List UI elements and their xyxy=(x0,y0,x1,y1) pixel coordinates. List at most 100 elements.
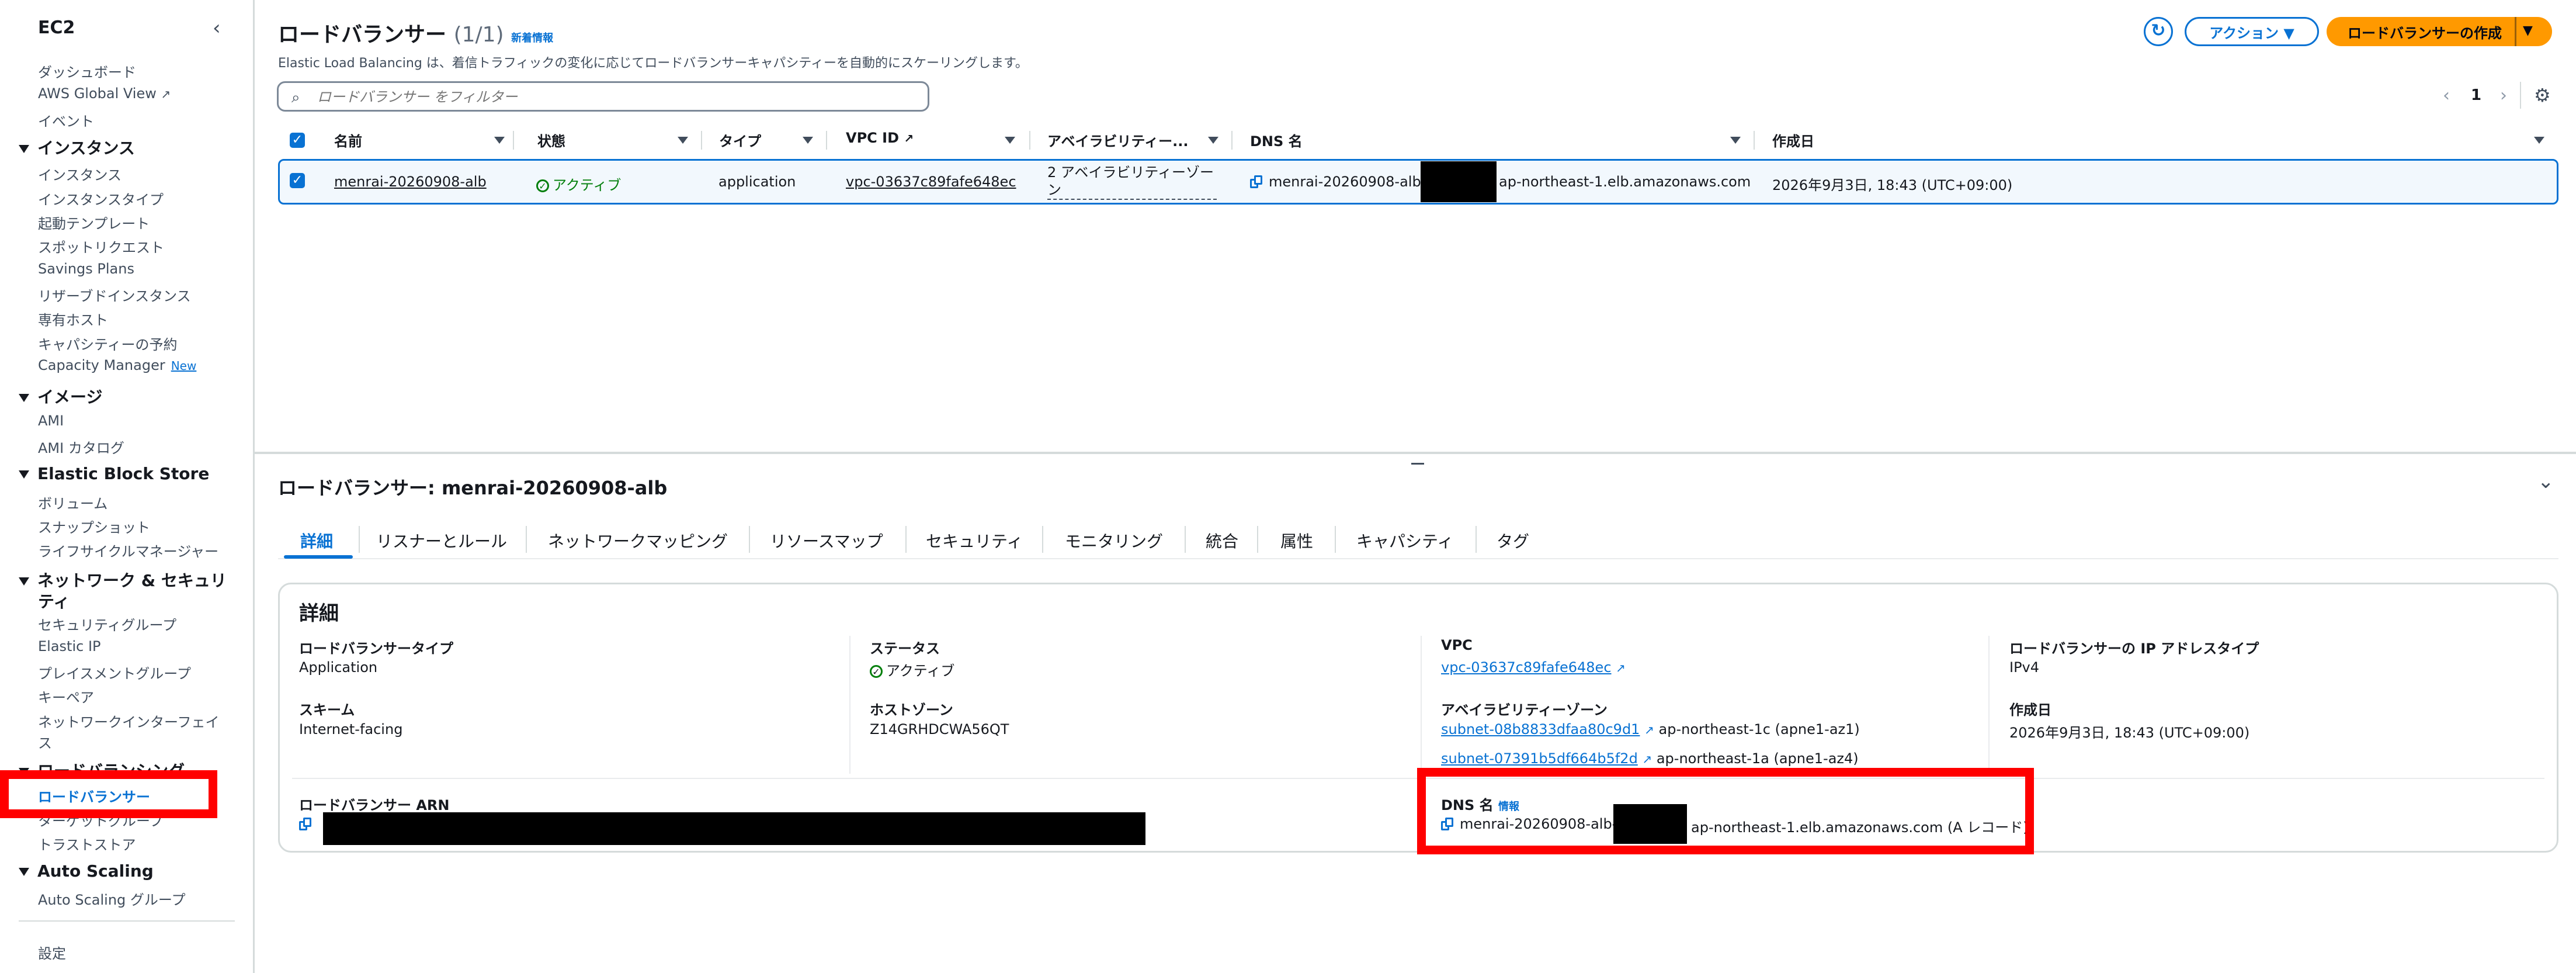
copy-icon[interactable] xyxy=(1250,175,1263,189)
column-header-created[interactable]: 作成日 xyxy=(1772,130,1814,150)
sidebar-item-lifecycle-manager[interactable]: ライフサイクルマネージャー xyxy=(38,540,218,560)
column-header-vpc-id[interactable]: VPC ID ↗ xyxy=(846,130,914,146)
column-divider[interactable] xyxy=(826,131,827,150)
column-divider[interactable] xyxy=(1231,131,1233,150)
sidebar-nav: EC2 ‹ ダッシュボード AWS Global View ↗ イベント インス… xyxy=(0,0,255,973)
caret-down-icon[interactable]: ▼ xyxy=(2523,23,2533,38)
sidebar-item-key-pairs[interactable]: キーペア xyxy=(38,686,94,707)
copy-icon[interactable] xyxy=(299,818,312,832)
chevron-down-icon[interactable]: ⌄ xyxy=(2537,470,2554,493)
sidebar-item-events[interactable]: イベント xyxy=(38,110,94,130)
sidebar-item-security-groups[interactable]: セキュリティグループ xyxy=(38,614,176,634)
tab-network-mapping[interactable]: ネットワークマッピング xyxy=(548,529,728,552)
sidebar-item-label: AWS Global View xyxy=(38,85,157,102)
refresh-icon[interactable]: ↻ xyxy=(2144,17,2173,46)
status-cell: ✓ アクティブ xyxy=(536,174,621,194)
search-icon: ⌕ xyxy=(291,89,300,106)
row-checkbox[interactable]: ✓ xyxy=(290,173,305,188)
sidebar-item-instance-types[interactable]: インスタンスタイプ xyxy=(38,188,164,209)
drag-handle-icon[interactable] xyxy=(1411,463,1424,467)
status-label: ステータス xyxy=(870,640,940,657)
column-header-type[interactable]: タイプ xyxy=(719,130,761,150)
sidebar-section-instances[interactable]: インスタンス xyxy=(19,136,135,159)
page-number[interactable]: 1 xyxy=(2471,86,2481,104)
split-panel-divider[interactable] xyxy=(253,452,2576,454)
sort-caret-icon[interactable] xyxy=(1208,137,1218,144)
filter-input[interactable] xyxy=(316,88,902,106)
sidebar-item-trust-stores[interactable]: トラストストア xyxy=(38,833,136,854)
vpc-link[interactable]: vpc-03637c89fafe648ec xyxy=(1441,659,1612,676)
sidebar-item-snapshots[interactable]: スナップショット xyxy=(38,516,150,536)
column-header-dns-name[interactable]: DNS 名 xyxy=(1250,130,1303,150)
vpc-id-link[interactable]: vpc-03637c89fafe648ec xyxy=(846,174,1016,190)
sidebar-section-auto-scaling[interactable]: Auto Scaling xyxy=(19,861,154,881)
lb-name-link[interactable]: menrai-20260908-alb xyxy=(334,174,487,190)
tab-security[interactable]: セキュリティ xyxy=(926,529,1023,552)
sort-caret-icon[interactable] xyxy=(494,137,505,144)
tab-tags[interactable]: タグ xyxy=(1497,529,1529,552)
filter-search[interactable]: ⌕ xyxy=(277,81,929,112)
subnet-link[interactable]: subnet-07391b5df664b5f2d xyxy=(1441,750,1638,767)
sidebar-item-volumes[interactable]: ボリューム xyxy=(38,492,107,513)
sidebar-item-instances[interactable]: インスタンス xyxy=(38,164,121,184)
sort-caret-icon[interactable] xyxy=(678,137,688,144)
sidebar-item-ami-catalog[interactable]: AMI カタログ xyxy=(38,437,124,457)
sidebar-item-label: Capacity Manager xyxy=(38,357,165,373)
sidebar-section-network-security[interactable]: ネットワーク & セキュリ xyxy=(19,568,227,591)
create-load-balancer-button[interactable]: ロードバランサーの作成 ▼ xyxy=(2327,17,2552,46)
column-divider[interactable] xyxy=(513,131,514,150)
column-divider[interactable] xyxy=(701,131,702,150)
vpc-value[interactable]: vpc-03637c89fafe648ec ↗ xyxy=(1441,659,1626,676)
subnet-1[interactable]: subnet-08b8833dfaa80c9d1 ↗ ap-northeast-… xyxy=(1441,721,1860,737)
next-page-icon[interactable]: › xyxy=(2500,85,2507,106)
sidebar-item-reserved-instances[interactable]: リザーブドインスタンス xyxy=(38,285,191,305)
column-header-state[interactable]: 状態 xyxy=(537,130,565,150)
sort-caret-icon[interactable] xyxy=(1005,137,1015,144)
sidebar-item-capacity-manager[interactable]: Capacity Manager New xyxy=(38,357,196,373)
arn-label: ロードバランサー ARN xyxy=(299,797,450,813)
sidebar-section-ebs[interactable]: Elastic Block Store xyxy=(19,464,209,483)
tab-integrations[interactable]: 統合 xyxy=(1206,529,1238,552)
create-button-label: ロードバランサーの作成 xyxy=(2348,25,2502,41)
subnet-link[interactable]: subnet-08b8833dfaa80c9d1 xyxy=(1441,721,1640,737)
sidebar-divider xyxy=(19,920,235,922)
settings-gear-icon[interactable]: ⚙ xyxy=(2534,84,2551,106)
sidebar-item-placement-groups[interactable]: プレイスメントグループ xyxy=(38,662,191,683)
sidebar-item-auto-scaling-groups[interactable]: Auto Scaling グループ xyxy=(38,888,185,909)
sidebar-item-dedicated-hosts[interactable]: 専有ホスト xyxy=(38,309,108,329)
tab-monitoring[interactable]: モニタリング xyxy=(1065,529,1163,552)
column-divider[interactable] xyxy=(1029,131,1030,150)
dns-suffix: ap-northeast-1.elb.amazonaws.com xyxy=(1499,174,1751,190)
sort-caret-icon[interactable] xyxy=(1730,137,1741,144)
sort-caret-icon[interactable] xyxy=(2534,137,2544,144)
tab-details[interactable]: 詳細 xyxy=(300,529,333,552)
sidebar-item-spot-requests[interactable]: スポットリクエスト xyxy=(38,236,164,257)
sidebar-item-elastic-ip[interactable]: Elastic IP xyxy=(38,638,101,655)
column-header-availability-zones[interactable]: アベイラビリティー... xyxy=(1047,130,1188,150)
tab-listeners-rules[interactable]: リスナーとルール xyxy=(376,529,507,552)
sidebar-item-launch-templates[interactable]: 起動テンプレート xyxy=(38,212,150,233)
prev-page-icon[interactable]: ‹ xyxy=(2443,85,2450,106)
az-cell[interactable]: 2 アベイラビリティーゾー ン xyxy=(1047,164,1217,200)
tab-attributes[interactable]: 属性 xyxy=(1280,529,1313,552)
caret-down-icon xyxy=(19,394,29,402)
sidebar-item-capacity-reservations[interactable]: キャパシティーの予約 xyxy=(38,333,178,354)
select-all-checkbox[interactable]: ✓ xyxy=(290,133,305,148)
sidebar-item-network-interfaces[interactable]: ネットワークインターフェイ xyxy=(38,711,220,731)
column-divider[interactable] xyxy=(1754,131,1755,150)
subnet-2[interactable]: subnet-07391b5df664b5f2d ↗ ap-northeast-… xyxy=(1441,750,1859,767)
sidebar-item-global-view[interactable]: AWS Global View ↗ xyxy=(38,85,171,102)
sidebar-item-savings-plans[interactable]: Savings Plans xyxy=(38,261,134,277)
tab-capacity[interactable]: キャパシティ xyxy=(1356,529,1453,552)
collapse-sidebar-icon[interactable]: ‹ xyxy=(213,16,221,40)
sidebar-item-ami[interactable]: AMI xyxy=(38,413,64,429)
new-badge: New xyxy=(171,359,197,373)
column-header-name[interactable]: 名前 xyxy=(334,130,362,150)
sidebar-item-dashboard[interactable]: ダッシュボード xyxy=(38,61,136,81)
actions-button[interactable]: アクション ▼ xyxy=(2185,17,2319,46)
sidebar-section-images[interactable]: イメージ xyxy=(19,385,102,408)
sort-caret-icon[interactable] xyxy=(803,137,813,144)
info-link[interactable]: 新着情報 xyxy=(511,32,553,44)
tab-resource-map[interactable]: リソースマップ xyxy=(770,529,883,552)
sidebar-item-settings[interactable]: 設定 xyxy=(38,942,66,962)
